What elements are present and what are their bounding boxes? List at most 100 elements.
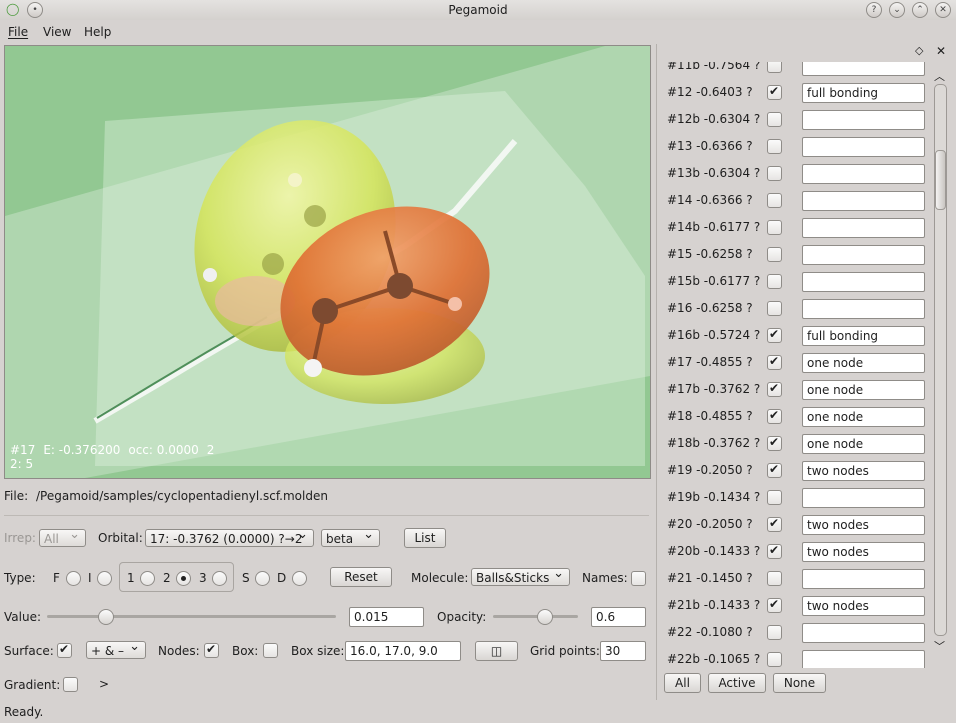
orbital-row-note-input[interactable]: one node <box>802 434 925 454</box>
dock-close-icon[interactable]: ✕ <box>936 44 946 58</box>
orbital-row-note-input[interactable]: one node <box>802 380 925 400</box>
orbital-row-checkbox[interactable] <box>767 462 782 478</box>
reset-button[interactable]: Reset <box>330 567 392 587</box>
fit-box-button[interactable]: ◫ <box>475 641 518 661</box>
orbital-row-note-input[interactable]: two nodes <box>802 461 925 481</box>
orbital-row-note-input[interactable]: one node <box>802 353 925 373</box>
box-icon: ◫ <box>490 644 503 658</box>
orbital-row-note-input[interactable] <box>802 218 925 238</box>
nodes-label: Nodes: <box>158 644 200 658</box>
molecule-label: Molecule: <box>411 571 469 585</box>
menu-view[interactable]: View <box>43 25 71 39</box>
spin-select[interactable]: beta <box>321 526 380 547</box>
orbital-row-note-input[interactable] <box>802 245 925 265</box>
minimize-icon[interactable]: ⌄ <box>889 2 905 18</box>
menu-help[interactable]: Help <box>84 25 111 39</box>
names-checkbox[interactable] <box>631 571 646 586</box>
none-button[interactable]: None <box>773 673 826 693</box>
orbital-row-checkbox[interactable] <box>767 490 782 505</box>
orbital-row-checkbox[interactable] <box>767 220 782 235</box>
surface-checkbox[interactable] <box>57 642 72 658</box>
orbital-row-note-input[interactable]: one node <box>802 407 925 427</box>
orbital-row-checkbox[interactable] <box>767 327 782 343</box>
orbital-row-checkbox[interactable] <box>767 247 782 262</box>
list-scrollbar-thumb[interactable] <box>935 150 946 210</box>
orbital-row-checkbox[interactable] <box>767 597 782 613</box>
orbital-row-note-input[interactable] <box>802 299 925 319</box>
orbital-row-checkbox[interactable] <box>767 652 782 667</box>
orbital-row-note-input[interactable] <box>802 191 925 211</box>
opacity-slider-track[interactable] <box>493 615 578 618</box>
orbital-row-note-input[interactable]: two nodes <box>802 542 925 562</box>
orbital-row-checkbox[interactable] <box>767 516 782 532</box>
orbital-row-checkbox[interactable] <box>767 112 782 127</box>
orbital-row-note-input[interactable] <box>802 164 925 184</box>
type-option-i-radio[interactable] <box>97 571 112 586</box>
box-checkbox[interactable] <box>263 643 278 658</box>
orbital-row-checkbox[interactable] <box>767 435 782 451</box>
scroll-down-icon[interactable]: ﹀ <box>934 638 945 654</box>
scroll-up-icon[interactable]: ︿ <box>934 68 945 84</box>
grid-points-input[interactable]: 30 <box>600 641 646 661</box>
value-slider-track[interactable] <box>47 615 336 618</box>
orbital-row-note-input[interactable]: full bonding <box>802 326 925 346</box>
orbital-row-note-input[interactable] <box>802 488 925 508</box>
orbital-row-note-input[interactable] <box>802 623 925 643</box>
maximize-icon[interactable]: ⌃ <box>912 2 928 18</box>
all-button[interactable]: All <box>664 673 701 693</box>
nodes-checkbox[interactable] <box>204 642 219 658</box>
orbital-row-checkbox[interactable] <box>767 408 782 424</box>
orbital-row-note-input[interactable] <box>802 272 925 292</box>
menu-file[interactable]: File <box>8 25 28 39</box>
orbital-row-note-input[interactable] <box>802 137 925 157</box>
orbital-3d-viewport[interactable]: #17 E: -0.376200 occ: 0.0000 2 2: 5 <box>4 45 651 479</box>
help-icon[interactable]: ? <box>866 2 882 18</box>
orbital-row-label: #13 -0.6366 ? <box>667 139 753 153</box>
gradient-expand-arrow[interactable]: > <box>99 677 109 691</box>
type-option-2-radio[interactable] <box>176 571 191 586</box>
surface-mode-select[interactable]: + & – <box>86 638 146 659</box>
orbital-row-checkbox[interactable] <box>767 301 782 316</box>
active-button[interactable]: Active <box>708 673 766 693</box>
type-option-1-radio[interactable] <box>140 571 155 586</box>
orbital-row-note-input[interactable] <box>802 650 925 668</box>
type-option-d-radio[interactable] <box>292 571 307 586</box>
orbital-row-checkbox[interactable] <box>767 543 782 559</box>
opacity-slider-handle[interactable] <box>537 609 553 625</box>
type-option-f-radio[interactable] <box>66 571 81 586</box>
close-icon[interactable]: ✕ <box>935 2 951 18</box>
orbital-row-note-input[interactable]: two nodes <box>802 515 925 535</box>
orbital-row-checkbox[interactable] <box>767 139 782 154</box>
orbital-row-checkbox[interactable] <box>767 274 782 289</box>
orbital-row-note-input[interactable] <box>802 110 925 130</box>
float-icon[interactable]: ◇ <box>915 44 923 57</box>
orbital-select[interactable]: 17: -0.3762 (0.0000) ?→2 <box>145 526 314 547</box>
orbital-row-checkbox[interactable] <box>767 84 782 100</box>
orbital-row-label: #18b -0.3762 ? <box>667 436 761 450</box>
opacity-input[interactable]: 0.6 <box>591 607 646 627</box>
orbital-row-checkbox[interactable] <box>767 354 782 370</box>
orbital-row-note-input[interactable] <box>802 62 925 76</box>
irrep-select[interactable]: All <box>39 526 86 547</box>
gradient-checkbox[interactable] <box>63 677 78 692</box>
list-button[interactable]: List <box>404 528 446 548</box>
orbital-row-checkbox[interactable] <box>767 193 782 208</box>
box-size-input[interactable]: 16.0, 17.0, 9.0 <box>345 641 461 661</box>
orbital-row-checkbox[interactable] <box>767 571 782 586</box>
orbital-row-note-input[interactable] <box>802 569 925 589</box>
value-input[interactable]: 0.015 <box>349 607 424 627</box>
orbital-row-note-input[interactable]: full bonding <box>802 83 925 103</box>
molecule-select[interactable]: Balls&Sticks <box>471 565 570 586</box>
list-item: #13 -0.6366 ? <box>660 134 930 161</box>
type-option-3-radio[interactable] <box>212 571 227 586</box>
orbital-row-checkbox[interactable] <box>767 625 782 640</box>
orbital-row-checkbox[interactable] <box>767 166 782 181</box>
names-label: Names: <box>582 571 628 585</box>
type-option-3-label: 3 <box>199 571 207 585</box>
type-option-s-radio[interactable] <box>255 571 270 586</box>
value-slider-handle[interactable] <box>97 609 114 625</box>
orbital-row-checkbox[interactable] <box>767 62 782 73</box>
orbital-row-note-input[interactable]: two nodes <box>802 596 925 616</box>
orbital-row-label: #21b -0.1433 ? <box>667 598 761 612</box>
orbital-row-checkbox[interactable] <box>767 381 782 397</box>
